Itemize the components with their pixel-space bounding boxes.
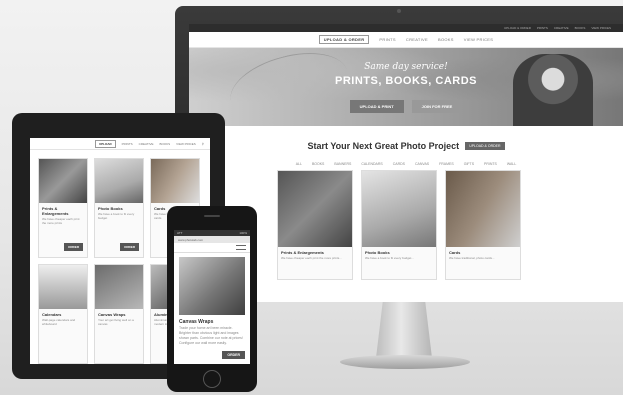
filter-tab[interactable]: BOOKS: [312, 162, 324, 166]
filter-tab[interactable]: PRINTS: [484, 162, 497, 166]
phone-device: ATT 100% www.photolab.com Canvas Wraps T…: [167, 206, 257, 392]
join-free-button[interactable]: JOIN FOR FREE: [411, 100, 463, 113]
main-nav: UPLOAD & ORDER PRINTS CREATIVE BOOKS VIE…: [189, 32, 623, 48]
tablet-product-card[interactable]: Photo Books We have a book to fit every …: [94, 158, 144, 258]
product-desc: Trade your home art been miracle. Bright…: [179, 326, 243, 345]
product-desc: Wall-page calendars and whiteboard: [42, 318, 76, 326]
url-bar[interactable]: www.photolab.com: [174, 236, 250, 243]
hero-banner: Same day service! PRINTS, BOOKS, CARDS U…: [189, 48, 623, 126]
hamburger-menu-icon[interactable]: [236, 245, 246, 250]
topbar-link[interactable]: CREATIVE: [554, 26, 569, 30]
product-card[interactable]: Photo Books We have a book to fit every …: [361, 170, 437, 280]
canvas-product-image: [179, 257, 245, 315]
category-filters: ALL BOOKS BANNERS CALENDARS CARDS CANVAS…: [189, 162, 623, 166]
filter-tab[interactable]: GIFTS: [464, 162, 474, 166]
nav-item-prints[interactable]: PRINTS: [379, 37, 395, 42]
topbar-link[interactable]: PRINTS: [537, 26, 548, 30]
tablet-nav-item[interactable]: VIEW PRICES: [176, 142, 196, 146]
order-button[interactable]: ORDER: [64, 243, 83, 251]
webcam-icon: [397, 9, 401, 13]
phone-header: [174, 243, 250, 253]
product-image: [362, 171, 436, 247]
section-upload-button[interactable]: UPLOAD & ORDER: [465, 142, 505, 150]
topbar-link[interactable]: VIEW PRICES: [591, 26, 611, 30]
product-title: Photo Books: [365, 250, 390, 255]
tablet-nav: UPLOAD PRINTS CREATIVE BOOKS VIEW PRICES…: [30, 138, 210, 150]
hero-branch-graphic: [223, 48, 355, 126]
home-button[interactable]: [203, 370, 221, 388]
product-desc: We have a book to fit every budget: [98, 212, 135, 220]
filter-tab[interactable]: WALL: [507, 162, 516, 166]
tablet-product-card[interactable]: Calendars Wall-page calendars and whiteb…: [38, 264, 88, 364]
monitor-stand-base: [340, 355, 470, 369]
upload-print-button[interactable]: UPLOAD & PRINT: [349, 100, 404, 113]
top-bar: UPLOAD & ORDER PRINTS CREATIVE BOOKS VIE…: [189, 24, 623, 32]
product-desc: We have cheaper each print the more prin…: [42, 217, 80, 225]
filter-tab[interactable]: ALL: [296, 162, 302, 166]
speaker-grille: [204, 215, 220, 217]
search-icon[interactable]: ⚲: [202, 142, 204, 146]
section-title: Start Your Next Great Photo Project: [307, 141, 460, 151]
nav-item-creative[interactable]: CREATIVE: [406, 37, 428, 42]
nav-item-view-prices[interactable]: VIEW PRICES: [464, 37, 494, 42]
product-title: Canvas Wraps: [98, 312, 126, 317]
tablet-nav-item[interactable]: BOOKS: [159, 142, 170, 146]
hero-buttons: UPLOAD & PRINT JOIN FOR FREE: [189, 100, 623, 113]
topbar-link[interactable]: BOOKS: [575, 26, 586, 30]
upload-order-button[interactable]: UPLOAD & ORDER: [318, 35, 370, 44]
phone-screen: ATT 100% www.photolab.com Canvas Wraps T…: [174, 230, 250, 364]
filter-tab[interactable]: CANVAS: [415, 162, 429, 166]
order-button[interactable]: ORDER: [120, 243, 139, 251]
topbar-link[interactable]: UPLOAD & ORDER: [504, 26, 531, 30]
product-title: Canvas Wraps: [179, 319, 214, 325]
product-title: Prints & Enlargements: [281, 250, 324, 255]
product-image: [446, 171, 520, 247]
tablet-nav-item[interactable]: PRINTS: [122, 142, 133, 146]
filter-tab[interactable]: CALENDARS: [361, 162, 382, 166]
order-button[interactable]: ORDER: [222, 351, 245, 359]
monitor-stand-neck: [376, 302, 432, 358]
hero-subtitle: Same day service!: [364, 62, 448, 72]
nav-item-books[interactable]: BOOKS: [438, 37, 454, 42]
product-title: Cards: [449, 250, 461, 255]
hero-title: PRINTS, BOOKS, CARDS: [334, 75, 477, 87]
product-desc: We have a book to fit every budget...: [365, 256, 414, 260]
product-image: [39, 265, 87, 309]
product-card[interactable]: Cards We have traditional, photo cards..…: [445, 170, 521, 280]
tablet-product-card[interactable]: Canvas Wraps Your art get living well on…: [94, 264, 144, 364]
product-image: [95, 159, 143, 203]
product-desc: We have cheaper each print the more prin…: [281, 256, 342, 260]
section-heading: Start Your Next Great Photo Project UPLO…: [307, 141, 505, 151]
product-desc: Your art get living well on a canvas: [98, 318, 134, 326]
projects-section: Start Your Next Great Photo Project UPLO…: [189, 126, 623, 166]
tablet-upload-button[interactable]: UPLOAD: [94, 139, 116, 148]
product-image: [278, 171, 352, 247]
product-desc: We have traditional, photo cards...: [449, 256, 495, 260]
product-image: [151, 159, 199, 203]
product-title: Photo Books: [98, 206, 123, 211]
battery-label: 100%: [239, 231, 247, 235]
product-card[interactable]: Prints & Enlargements We have cheaper ea…: [277, 170, 353, 280]
product-cards: Prints & Enlargements We have cheaper ea…: [277, 170, 521, 280]
filter-tab[interactable]: BANNERS: [334, 162, 351, 166]
product-title: Prints & Enlargements: [42, 206, 69, 216]
tablet-product-card[interactable]: Prints & Enlargements We have cheaper ea…: [38, 158, 88, 258]
product-image: [39, 159, 87, 203]
product-title: Calendars: [42, 312, 62, 317]
filter-tab[interactable]: FRAMES: [439, 162, 454, 166]
filter-tab[interactable]: CARDS: [393, 162, 405, 166]
product-image: [95, 265, 143, 309]
tablet-nav-item[interactable]: CREATIVE: [139, 142, 154, 146]
carrier-label: ATT: [177, 231, 183, 235]
